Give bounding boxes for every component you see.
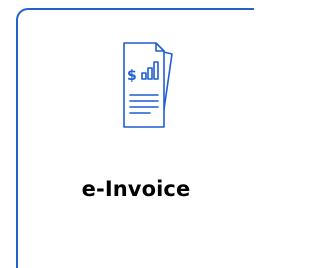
e-invoice-card[interactable]: $ e-Invoice [16,8,254,268]
card-label: e-Invoice [81,177,191,201]
invoice-document-icon: $ [104,35,184,135]
svg-text:$: $ [127,68,137,84]
